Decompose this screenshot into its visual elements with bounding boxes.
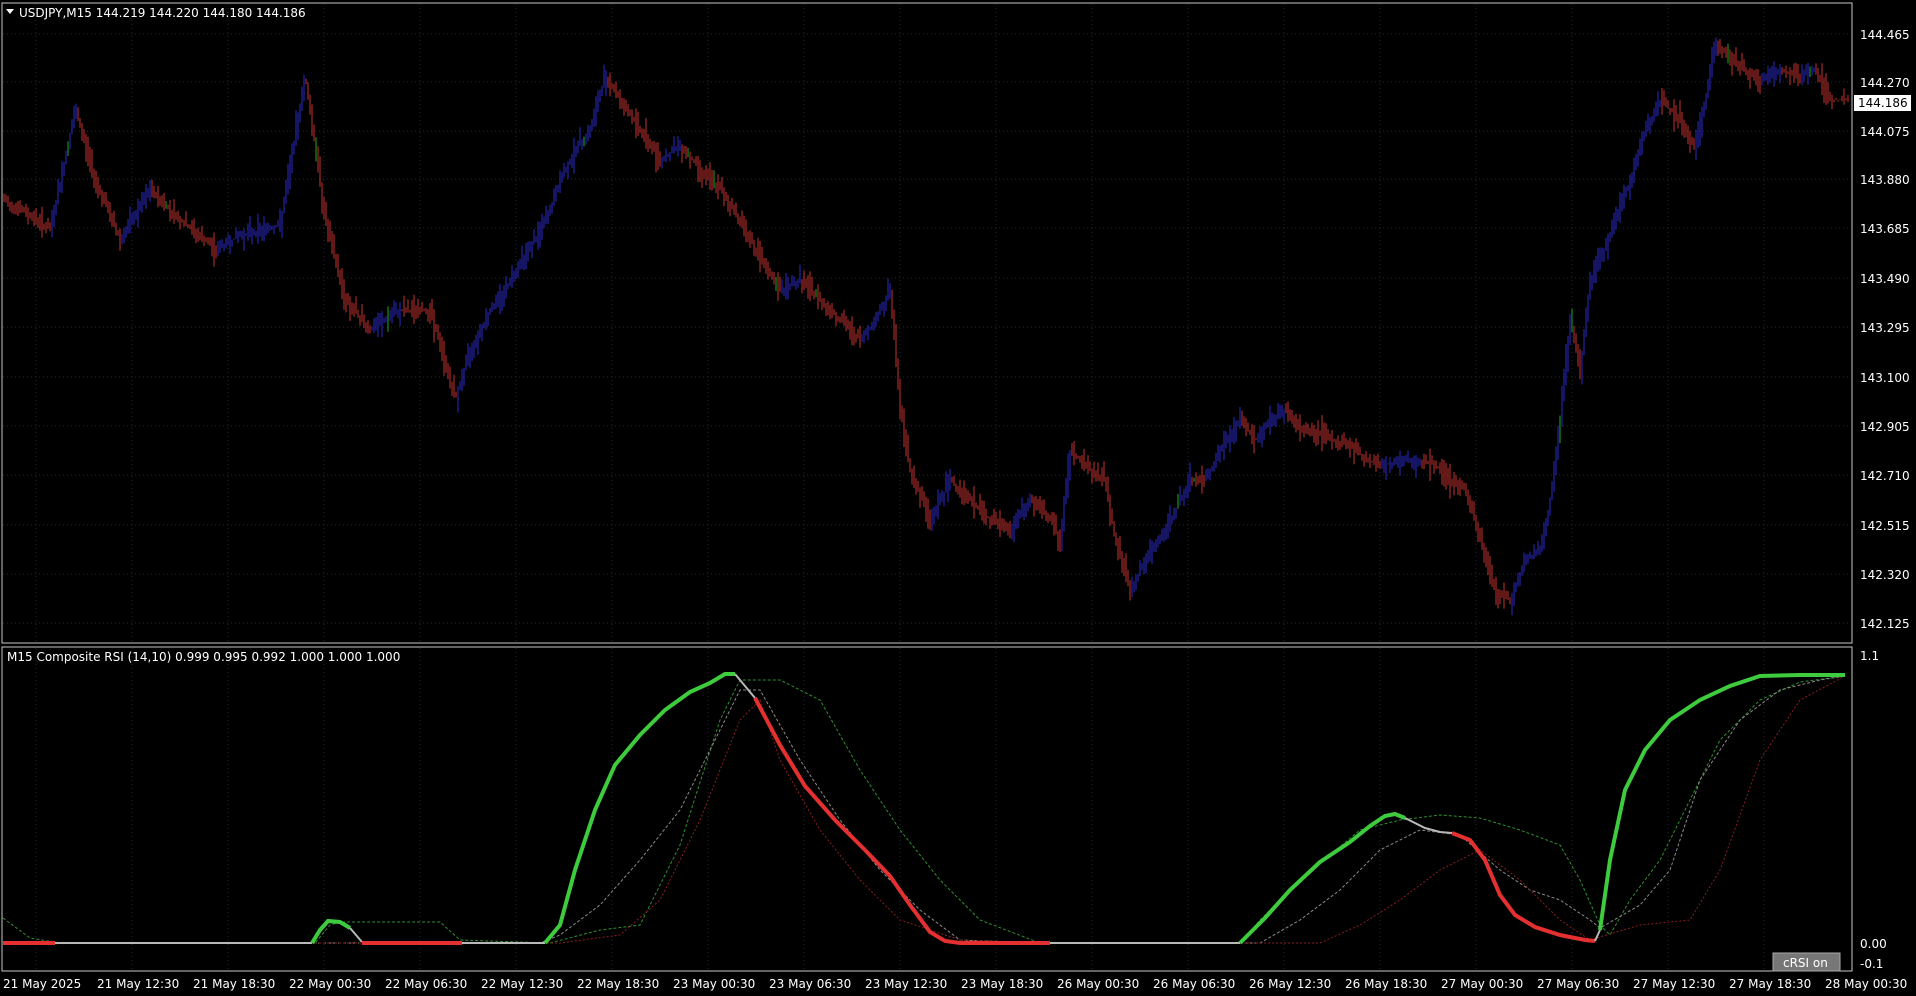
time-label: 22 May 12:30 xyxy=(481,977,563,991)
time-label: 27 May 00:30 xyxy=(1441,977,1523,991)
main-chart-title: USDJPY,M15 144.219 144.220 144.180 144.1… xyxy=(19,6,306,20)
time-label: 28 May 00:30 xyxy=(1825,977,1907,991)
rsi-neutral-segment xyxy=(1594,929,1601,942)
price-label: 144.270 xyxy=(1860,76,1910,90)
rsi-up-segment xyxy=(543,672,735,945)
crsi-toggle-label: cRSI on xyxy=(1783,956,1828,970)
time-label: 23 May 00:30 xyxy=(673,977,755,991)
rsi-down-segment xyxy=(1451,831,1596,943)
price-label: 143.295 xyxy=(1860,321,1910,335)
price-bars xyxy=(3,37,1849,616)
price-label: 143.685 xyxy=(1860,222,1910,236)
chart-menu-triangle-icon[interactable] xyxy=(6,9,14,14)
indicator-scale-label: 0.00 xyxy=(1860,937,1887,951)
time-label: 27 May 06:30 xyxy=(1537,977,1619,991)
indicator-scale-label: 1.1 xyxy=(1860,649,1879,663)
rsi-dashed-signal-line xyxy=(2,675,1846,944)
crsi-toggle-button[interactable]: cRSI on xyxy=(1772,952,1841,972)
time-label: 26 May 12:30 xyxy=(1249,977,1331,991)
time-label: 21 May 2025 xyxy=(3,977,81,991)
time-label: 26 May 06:30 xyxy=(1153,977,1235,991)
price-label: 143.490 xyxy=(1860,272,1910,286)
price-label: 144.075 xyxy=(1860,125,1910,139)
time-label: 21 May 18:30 xyxy=(193,977,275,991)
time-label: 26 May 00:30 xyxy=(1057,977,1139,991)
current-price-label: 144.186 xyxy=(1858,96,1908,110)
time-label: 22 May 06:30 xyxy=(385,977,467,991)
price-label: 143.880 xyxy=(1860,173,1910,187)
time-label: 27 May 12:30 xyxy=(1633,977,1715,991)
rsi-up-segment xyxy=(1238,811,1406,945)
price-label: 142.905 xyxy=(1860,420,1910,434)
price-label: 142.515 xyxy=(1860,519,1910,533)
price-label: 142.320 xyxy=(1860,568,1910,582)
time-label: 22 May 18:30 xyxy=(577,977,659,991)
price-label: 142.125 xyxy=(1860,617,1910,631)
rsi-up-segment xyxy=(310,918,352,945)
rsi-dashed-slow-line xyxy=(3,675,1846,944)
time-label: 26 May 18:30 xyxy=(1345,977,1427,991)
time-axis: 21 May 2025 21 May 12:30 21 May 18:30 22… xyxy=(3,977,1907,991)
price-label: 143.100 xyxy=(1860,371,1910,385)
rsi-dashed-baseline-line xyxy=(3,675,1846,944)
indicator-frame xyxy=(1,646,1853,972)
chart-canvas[interactable]: USDJPY,M15 144.219 144.220 144.180 144.1… xyxy=(0,0,1916,996)
indicator-title: M15 Composite RSI (14,10) 0.999 0.995 0.… xyxy=(7,650,400,664)
price-axis: 144.465 144.270 144.075 143.880 143.685 … xyxy=(1860,28,1910,631)
price-label: 144.465 xyxy=(1860,28,1910,42)
price-label: 142.710 xyxy=(1860,469,1910,483)
rsi-neutral-segment xyxy=(349,927,363,943)
time-label: 27 May 18:30 xyxy=(1729,977,1811,991)
time-label: 22 May 00:30 xyxy=(289,977,371,991)
chart-grid xyxy=(3,4,1851,970)
time-label: 21 May 12:30 xyxy=(97,977,179,991)
rsi-down-segment xyxy=(753,697,1050,945)
trading-terminal: USDJPY,M15 144.219 144.220 144.180 144.1… xyxy=(0,0,1916,996)
time-label: 23 May 12:30 xyxy=(865,977,947,991)
time-label: 23 May 06:30 xyxy=(769,977,851,991)
indicator-scale-label: -0.1 xyxy=(1860,957,1883,971)
time-label: 23 May 18:30 xyxy=(961,977,1043,991)
main-chart-frame xyxy=(1,2,1853,644)
composite-rsi-lines xyxy=(2,672,1846,945)
